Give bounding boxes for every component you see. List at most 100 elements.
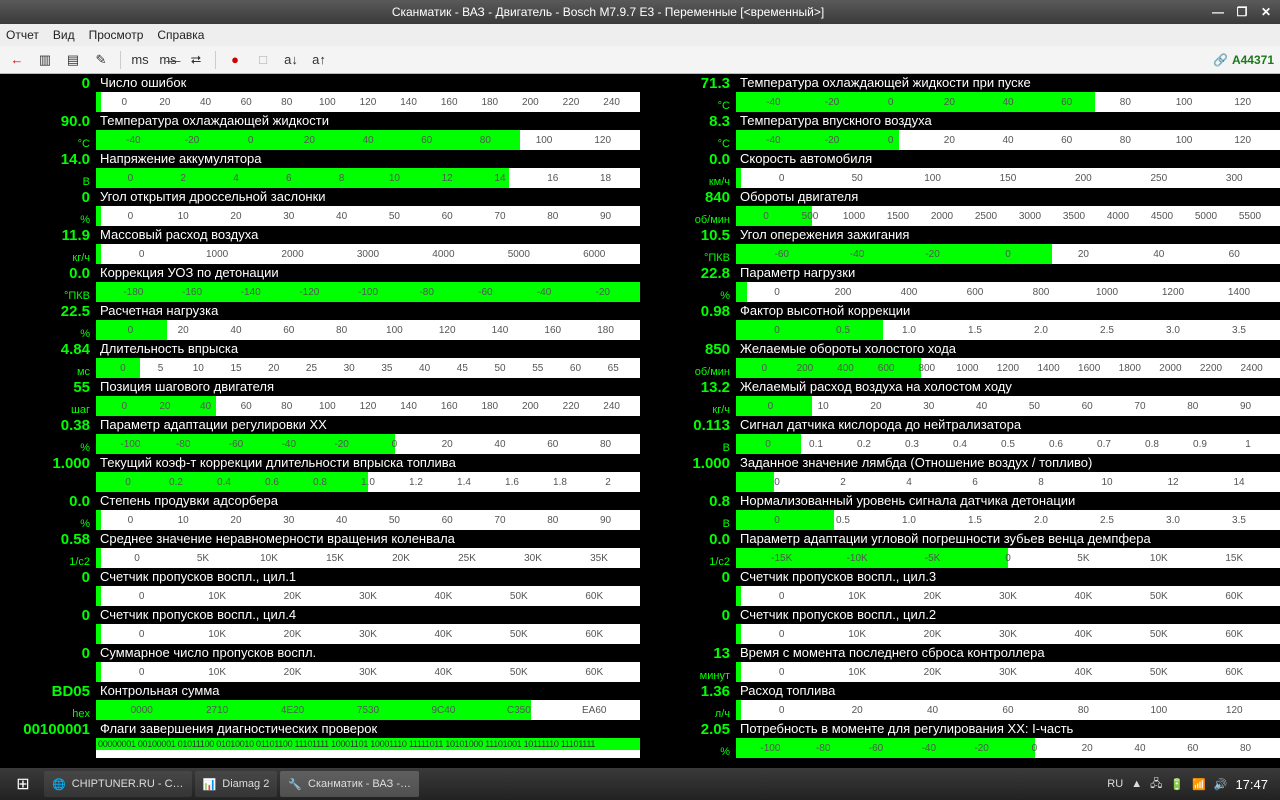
param-value: 71.3 xyxy=(640,76,730,92)
start-button[interactable]: ⊞ xyxy=(4,770,42,798)
param-bar: 050100150200250300 xyxy=(736,168,1280,188)
param-name: Счетчик пропусков воспл., цил.1 xyxy=(96,568,640,586)
param-row[interactable]: 0.38%Параметр адаптации регулировки ХХ-1… xyxy=(0,416,640,454)
param-ticks: 05K10K15K20K25K30K35K xyxy=(96,548,640,568)
param-row[interactable]: 1.000Текущий коэф-т коррекции длительнос… xyxy=(0,454,640,492)
menu-help[interactable]: Справка xyxy=(157,28,204,42)
toolbar-list[interactable]: ▤ xyxy=(62,49,84,71)
param-row[interactable]: 0Счетчик пропусков воспл., цил.1010K20K3… xyxy=(0,568,640,606)
taskbar-task[interactable]: 🔧Сканматик - ВАЗ -… xyxy=(280,771,419,797)
task-icon: 🌐 xyxy=(52,778,66,791)
param-row[interactable]: 00100001Флаги завершения диагностических… xyxy=(0,720,640,758)
param-row[interactable]: 22.5%Расчетная нагрузка02040608010012014… xyxy=(0,302,640,340)
param-row[interactable]: 0.0%Степень продувки адсорбера0102030405… xyxy=(0,492,640,530)
toolbar-record[interactable]: ● xyxy=(224,49,246,71)
param-row[interactable]: 22.8%Параметр нагрузки020040060080010001… xyxy=(640,264,1280,302)
param-name: Массовый расход воздуха xyxy=(96,226,640,244)
param-value: 14.0 xyxy=(0,152,90,168)
param-bar: 020406080100120140160180200220240 xyxy=(96,92,640,112)
param-row[interactable]: 13.2кг/чЖелаемый расход воздуха на холос… xyxy=(640,378,1280,416)
param-name: Контрольная сумма xyxy=(96,682,640,700)
param-unit: 1/c2 xyxy=(640,556,730,568)
close-button[interactable]: ✕ xyxy=(1258,5,1274,19)
task-label: Diamag 2 xyxy=(222,778,269,790)
param-row[interactable]: 0.0°ПКВКоррекция УОЗ по детонации-180-16… xyxy=(0,264,640,302)
volume-icon[interactable]: 🔊 xyxy=(1214,778,1228,791)
menu-view[interactable]: Вид xyxy=(53,28,75,42)
param-value: 0 xyxy=(0,76,90,92)
toolbar-a-up[interactable]: a↑ xyxy=(308,49,330,71)
param-ticks: -180-160-140-120-100-80-60-40-20 xyxy=(96,282,640,302)
tray-icon[interactable]: ▲ xyxy=(1131,778,1142,790)
taskbar-task[interactable]: 🌐CHIPTUNER.RU - C… xyxy=(44,771,192,797)
param-row[interactable]: 0%Угол открытия дроссельной заслонки0102… xyxy=(0,188,640,226)
minimize-button[interactable]: — xyxy=(1210,5,1226,19)
param-value: 0.113 xyxy=(640,418,730,434)
menu-report[interactable]: Отчет xyxy=(6,28,39,42)
toolbar-arrow-left[interactable]: ← xyxy=(6,49,28,71)
param-ticks: 0102030405060708090 xyxy=(96,206,640,226)
param-ticks: 010K20K30K40K50K60K xyxy=(96,662,640,682)
param-ticks: -15K-10K-5K05K10K15K xyxy=(736,548,1280,568)
param-bar: -180-160-140-120-100-80-60-40-20 xyxy=(96,282,640,302)
param-unit: % xyxy=(0,214,90,226)
param-ticks: 024681012141618 xyxy=(96,168,640,188)
param-row[interactable]: 0Суммарное число пропусков воспл.010K20K… xyxy=(0,644,640,682)
param-row[interactable]: 55шагПозиция шагового двигателя020406080… xyxy=(0,378,640,416)
param-name: Параметр нагрузки xyxy=(736,264,1280,282)
clock[interactable]: 17:47 xyxy=(1235,777,1268,792)
toolbar-ms-badge[interactable]: ms xyxy=(129,49,151,71)
param-row[interactable]: 10.5°ПКВУгол опережения зажигания-60-40-… xyxy=(640,226,1280,264)
battery-icon[interactable]: 🔋 xyxy=(1170,778,1184,791)
param-row[interactable]: 90.0°CТемпература охлаждающей жидкости-4… xyxy=(0,112,640,150)
param-name: Текущий коэф-т коррекции длительности вп… xyxy=(96,454,640,472)
param-name: Флаги завершения диагностических проверо… xyxy=(96,720,640,738)
wifi-icon[interactable]: 📶 xyxy=(1192,778,1206,791)
network-icon[interactable]: 🖧 xyxy=(1150,775,1162,794)
link-icon: 🔗 xyxy=(1213,53,1228,67)
param-row[interactable]: 8.3°CТемпература впускного воздуха-40-20… xyxy=(640,112,1280,150)
param-row[interactable]: 0Число ошибок020406080100120140160180200… xyxy=(0,74,640,112)
toolbar-ms-strike[interactable]: m̶s̶ xyxy=(157,49,179,71)
toolbar-disabled-1[interactable]: □ xyxy=(252,49,274,71)
param-row[interactable]: 0.0км/чСкорость автомобиля05010015020025… xyxy=(640,150,1280,188)
param-value: 1.36 xyxy=(640,684,730,700)
maximize-button[interactable]: ❐ xyxy=(1234,5,1250,19)
taskbar-task[interactable]: 📊Diamag 2 xyxy=(195,771,278,797)
toolbar-link[interactable]: ⮂ xyxy=(185,49,207,71)
param-unit: °ПКВ xyxy=(0,290,90,302)
param-row[interactable]: 71.3°CТемпература охлаждающей жидкости п… xyxy=(640,74,1280,112)
param-row[interactable]: 0.98Фактор высотной коррекции00.51.01.52… xyxy=(640,302,1280,340)
param-row[interactable]: 0.113ВСигнал датчика кислорода до нейтра… xyxy=(640,416,1280,454)
param-row[interactable]: BD05hexКонтрольная сумма000027104E207530… xyxy=(0,682,640,720)
param-row[interactable]: 0Счетчик пропусков воспл., цил.4010K20K3… xyxy=(0,606,640,644)
toolbar-pencil[interactable]: ✎ xyxy=(90,49,112,71)
param-row[interactable]: 0Счетчик пропусков воспл., цил.3010K20K3… xyxy=(640,568,1280,606)
menu-browse[interactable]: Просмотр xyxy=(89,28,144,42)
taskbar: ⊞ 🌐CHIPTUNER.RU - C…📊Diamag 2🔧Сканматик … xyxy=(0,768,1280,800)
param-row[interactable]: 0Счетчик пропусков воспл., цил.2010K20K3… xyxy=(640,606,1280,644)
param-value: 840 xyxy=(640,190,730,206)
param-bar: 020406080100120140160180 xyxy=(96,320,640,340)
connection-id: A44371 xyxy=(1232,53,1274,67)
param-row[interactable]: 2.05%Потребность в моменте для регулиров… xyxy=(640,720,1280,758)
param-unit: % xyxy=(640,746,730,758)
param-row[interactable]: 0.581/c2Среднее значение неравномерности… xyxy=(0,530,640,568)
task-icon: 🔧 xyxy=(288,778,302,791)
param-row[interactable]: 1.36л/чРасход топлива020406080100120 xyxy=(640,682,1280,720)
toolbar-a-down[interactable]: a↓ xyxy=(280,49,302,71)
param-row[interactable]: 0.01/c2Параметр адаптации угловой погреш… xyxy=(640,530,1280,568)
param-row[interactable]: 850об/минЖелаемые обороты холостого хода… xyxy=(640,340,1280,378)
param-row[interactable]: 11.9кг/чМассовый расход воздуха010002000… xyxy=(0,226,640,264)
param-ticks: 020406080100120140160180200220240 xyxy=(96,92,640,112)
param-unit: кг/ч xyxy=(0,252,90,264)
toolbar-page[interactable]: ▥ xyxy=(34,49,56,71)
param-row[interactable]: 0.8ВНормализованный уровень сигнала датч… xyxy=(640,492,1280,530)
param-row[interactable]: 14.0ВНапряжение аккумулятора024681012141… xyxy=(0,150,640,188)
param-row[interactable]: 1.000Заданное значение лямбда (Отношение… xyxy=(640,454,1280,492)
param-name: Суммарное число пропусков воспл. xyxy=(96,644,640,662)
param-row[interactable]: 4.84мсДлительность впрыска05101520253035… xyxy=(0,340,640,378)
param-row[interactable]: 840об/минОбороты двигателя05001000150020… xyxy=(640,188,1280,226)
lang-indicator[interactable]: RU xyxy=(1107,778,1123,790)
param-row[interactable]: 13минутВремя с момента последнего сброса… xyxy=(640,644,1280,682)
